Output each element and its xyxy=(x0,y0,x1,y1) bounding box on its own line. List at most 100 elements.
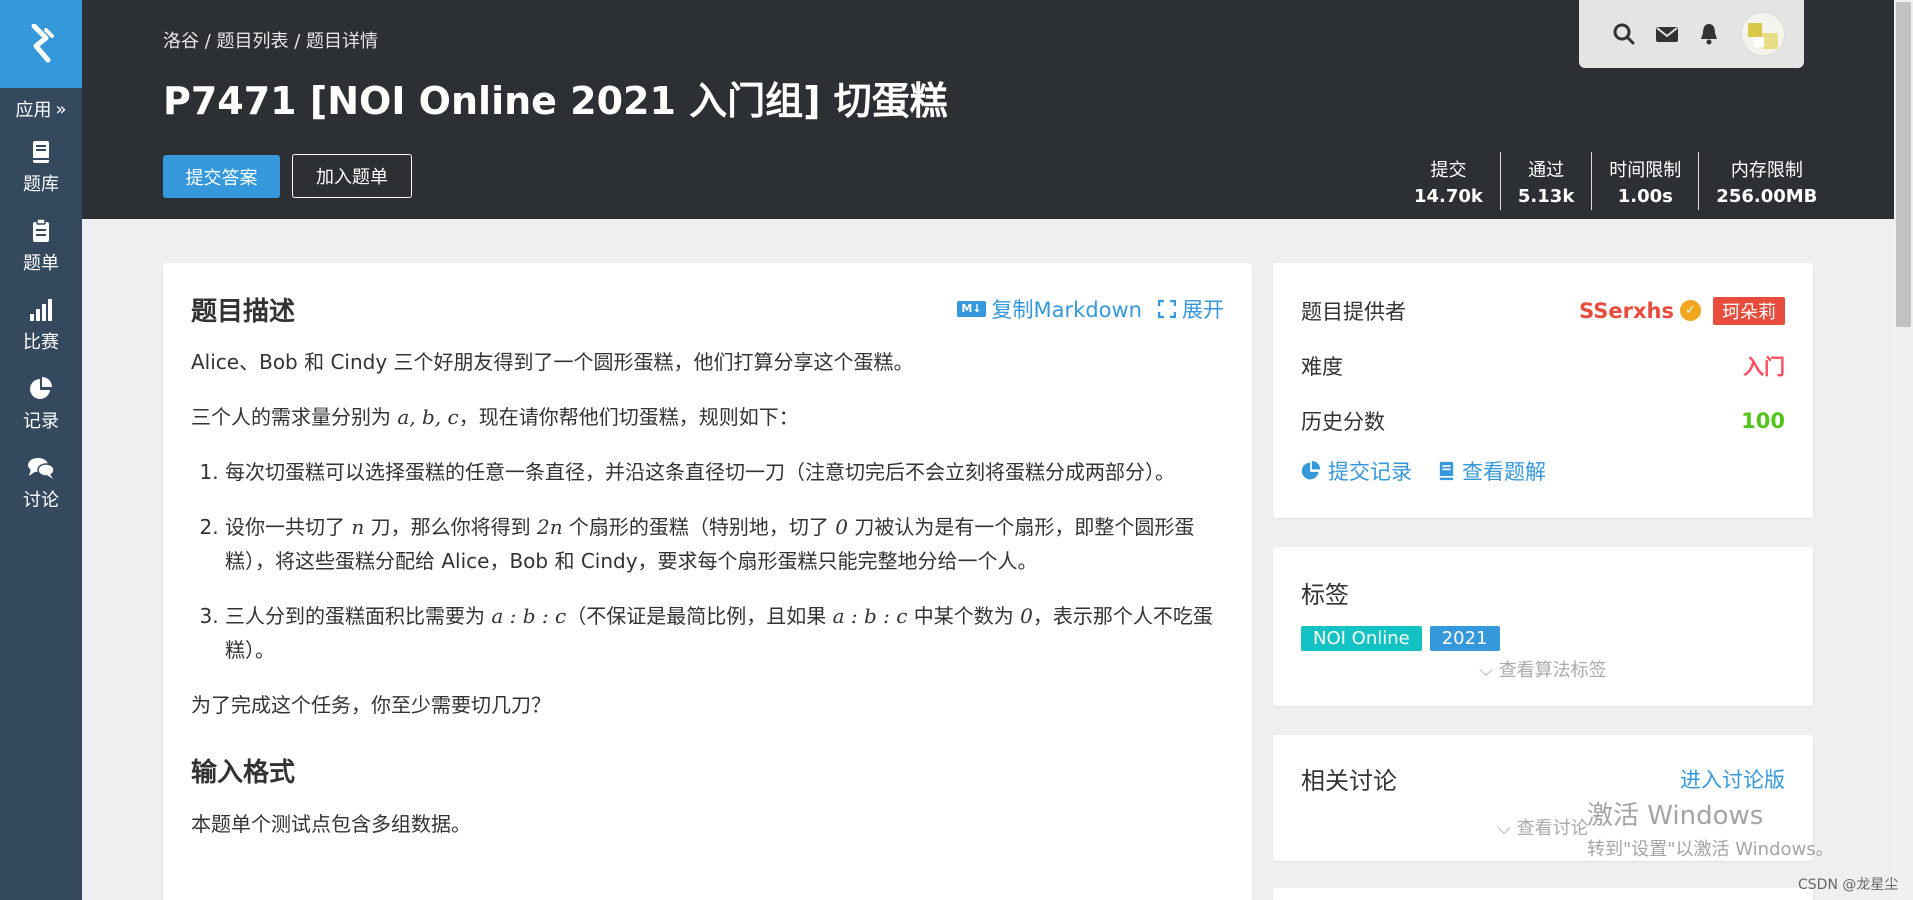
problem-stats: 提交 14.70k 通过 5.13k 时间限制 1.00s 内存限制 256.0… xyxy=(1397,152,1834,210)
submission-records-label: 提交记录 xyxy=(1328,460,1412,484)
problem-description-card: 题目描述 M↓ 复制Markdown 展开 Alice、Bob 和 Cindy … xyxy=(163,263,1252,900)
score-row: 历史分数 100 xyxy=(1301,393,1785,448)
stat-value: 14.70k xyxy=(1414,185,1483,207)
markdown-icon: M↓ xyxy=(957,301,986,317)
sidebar-item-label: 题单 xyxy=(23,252,59,274)
stat-submissions: 提交 14.70k xyxy=(1397,152,1500,210)
breadcrumb-home[interactable]: 洛谷 xyxy=(163,31,199,52)
breadcrumb-problem-list[interactable]: 题目列表 xyxy=(217,31,289,52)
list-item: 三人分到的蛋糕面积比需要为 a : b : c（不保证是最简比例，且如果 a :… xyxy=(225,599,1224,667)
verified-check-icon: ✓ xyxy=(1680,300,1701,321)
stat-label: 提交 xyxy=(1430,159,1467,181)
clipboard-icon xyxy=(33,218,49,242)
chevron-down-icon: ⌵ xyxy=(1479,660,1493,681)
stat-time-limit: 时间限制 1.00s xyxy=(1591,152,1698,210)
csdn-watermark: CSDN @龙星尘 xyxy=(1798,877,1899,893)
page-title: P7471 [NOI Online 2021 入门组] 切蛋糕 xyxy=(163,79,948,123)
avatar[interactable] xyxy=(1740,11,1786,57)
info-links: 提交记录 查看题解 xyxy=(1301,456,1785,486)
copy-markdown-button[interactable]: M↓ 复制Markdown xyxy=(957,294,1142,324)
tag-noi-online[interactable]: NOI Online xyxy=(1301,626,1422,651)
tags-card: 标签 NOI Online 2021 ⌵ 查看算法标签 xyxy=(1273,547,1813,706)
view-solutions-label: 查看题解 xyxy=(1462,460,1546,484)
stat-accepted: 通过 5.13k xyxy=(1499,152,1591,210)
luogu-logo-icon[interactable] xyxy=(0,0,82,88)
view-algorithm-tags-button[interactable]: ⌵ 查看算法标签 xyxy=(1301,656,1785,682)
score-label: 历史分数 xyxy=(1301,409,1385,434)
breadcrumb-separator: / xyxy=(288,31,307,52)
windows-activation-watermark: 激活 Windows 转到"设置"以激活 Windows。 xyxy=(1587,795,1834,861)
breadcrumb: 洛谷 / 题目列表 / 题目详情 xyxy=(163,27,378,53)
input-format-paragraph: 本题单个测试点包含多组数据。 xyxy=(191,812,471,836)
sidebar-item-label: 比赛 xyxy=(23,331,59,353)
sidebar-item-problem-lists[interactable]: 题单 xyxy=(0,207,82,286)
view-discussion-label: 查看讨论 xyxy=(1516,818,1589,839)
view-solutions-link[interactable]: 查看题解 xyxy=(1438,456,1546,486)
list-item: 每次切蛋糕可以选择蛋糕的任意一条直径，并沿这条直径切一刀（注意切完后不会立刻将蛋… xyxy=(225,455,1224,489)
sidebar-item-contests[interactable]: 比赛 xyxy=(0,286,82,365)
input-format-title: 输入格式 xyxy=(191,758,296,788)
sidebar-item-label: 题库 xyxy=(23,173,59,195)
book-icon xyxy=(1439,461,1454,481)
stat-label: 时间限制 xyxy=(1609,159,1682,181)
mail-icon[interactable] xyxy=(1656,25,1678,43)
discussion-header: 相关讨论 进入讨论版 xyxy=(1301,761,1785,796)
expand-icon xyxy=(1158,300,1176,318)
left-sidebar: 应用 » 题库 题单 比赛 记录 讨论 xyxy=(0,0,82,900)
stat-value: 256.00MB xyxy=(1716,185,1818,207)
expand-label: 展开 xyxy=(1182,298,1224,322)
double-chevron-right-icon: » xyxy=(55,98,67,120)
chevron-down-icon: ⌵ xyxy=(1497,818,1511,839)
tag-2021[interactable]: 2021 xyxy=(1429,626,1500,651)
description-paragraph: Alice、Bob 和 Cindy 三个好朋友得到了一个圆形蛋糕，他们打算分享这… xyxy=(191,350,914,374)
scrollbar-thumb[interactable] xyxy=(1896,2,1911,327)
problem-info-card: 题目提供者 SSerxhs ✓ 珂朵莉 难度 入门 历史分数 100 提交记录 … xyxy=(1273,263,1813,518)
math-inline: 2n xyxy=(536,515,563,539)
provider-name-link[interactable]: SSerxhs xyxy=(1579,299,1674,323)
watermark-line: 转到"设置"以激活 Windows。 xyxy=(1587,839,1834,860)
expand-button[interactable]: 展开 xyxy=(1158,294,1224,324)
sidebar-item-discuss[interactable]: 讨论 xyxy=(0,444,82,523)
view-tags-label: 查看算法标签 xyxy=(1498,660,1607,681)
score-value: 100 xyxy=(1741,408,1785,433)
comments-icon xyxy=(28,457,55,479)
stat-value: 5.13k xyxy=(1517,185,1575,207)
description-header: 题目描述 M↓ 复制Markdown 展开 xyxy=(191,263,1224,355)
sidebar-item-label: 讨论 xyxy=(23,489,59,511)
user-panel xyxy=(1579,0,1804,68)
next-card xyxy=(1273,888,1813,900)
rules-list: 每次切蛋糕可以选择蛋糕的任意一条直径，并沿这条直径切一刀（注意切完后不会立刻将蛋… xyxy=(191,455,1224,667)
math-inline: n xyxy=(351,515,365,539)
sidebar-item-problems[interactable]: 题库 xyxy=(0,128,82,207)
stat-value: 1.00s xyxy=(1617,185,1673,207)
page-scrollbar[interactable] xyxy=(1894,0,1913,900)
copy-markdown-label: 复制Markdown xyxy=(991,298,1142,322)
bar-chart-icon xyxy=(30,298,52,321)
submission-records-link[interactable]: 提交记录 xyxy=(1301,456,1412,486)
stat-label: 内存限制 xyxy=(1730,159,1803,181)
description-content: Alice、Bob 和 Cindy 三个好朋友得到了一个圆形蛋糕，他们打算分享这… xyxy=(191,345,1224,841)
description-paragraph: 三个人的需求量分别为 a, b, c，现在请你帮他们切蛋糕，规则如下： xyxy=(191,405,799,429)
bell-icon[interactable] xyxy=(1699,23,1719,45)
sidebar-item-label: 记录 xyxy=(23,410,59,432)
submit-answer-button[interactable]: 提交答案 xyxy=(163,155,280,198)
list-item: 设你一共切了 n 刀，那么你将得到 2n 个扇形的蛋糕（特别地，切了 0 刀被认… xyxy=(225,510,1224,578)
search-icon[interactable] xyxy=(1613,23,1635,45)
watermark-line: 激活 Windows xyxy=(1587,801,1764,831)
book-icon xyxy=(33,140,49,163)
description-actions: M↓ 复制Markdown 展开 xyxy=(957,294,1224,324)
add-to-list-button[interactable]: 加入题单 xyxy=(292,154,412,198)
math-inline: a : b : c xyxy=(832,604,908,628)
stat-label: 通过 xyxy=(1528,159,1565,181)
provider-row: 题目提供者 SSerxhs ✓ 珂朵莉 xyxy=(1301,283,1785,338)
breadcrumb-current: 题目详情 xyxy=(306,31,379,52)
math-inline: a : b : c xyxy=(491,604,567,628)
apps-menu[interactable]: 应用 » xyxy=(0,90,82,128)
tag-list: NOI Online 2021 xyxy=(1301,626,1785,651)
description-title: 题目描述 xyxy=(191,296,296,327)
enter-discussion-link[interactable]: 进入讨论版 xyxy=(1680,764,1785,794)
user-badge: 珂朵莉 xyxy=(1713,296,1785,325)
description-paragraph: 为了完成这个任务，你至少需要切几刀？ xyxy=(191,693,551,717)
breadcrumb-separator: / xyxy=(199,31,217,52)
sidebar-item-records[interactable]: 记录 xyxy=(0,365,82,444)
